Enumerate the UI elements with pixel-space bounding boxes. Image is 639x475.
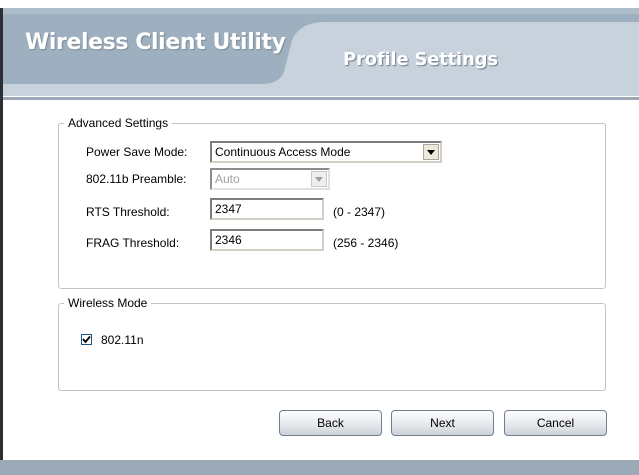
page-title: Profile Settings: [343, 49, 498, 70]
checkmark-icon: [82, 335, 91, 344]
power-save-mode-label: Power Save Mode:: [86, 145, 188, 159]
frag-threshold-range: (256 - 2346): [333, 236, 399, 250]
back-button[interactable]: Back: [279, 410, 382, 436]
wireless-mode-legend: Wireless Mode: [68, 296, 148, 310]
rts-threshold-label: RTS Threshold:: [86, 205, 170, 219]
footer-bar: [0, 460, 639, 475]
power-save-mode-value: Continuous Access Mode: [215, 145, 351, 159]
cancel-button[interactable]: Cancel: [504, 410, 607, 436]
wireless-mode-checkbox[interactable]: [81, 334, 92, 345]
preamble-value: Auto: [215, 172, 240, 186]
rts-threshold-input[interactable]: 2347: [210, 198, 324, 220]
wizard-window: Wireless Client Utility Profile Settings…: [0, 0, 639, 475]
advanced-settings-legend: Advanced Settings: [68, 116, 169, 130]
preamble-label: 802.11b Preamble:: [86, 172, 187, 186]
chevron-down-icon[interactable]: [423, 144, 439, 160]
app-title: Wireless Client Utility: [25, 30, 286, 55]
frag-threshold-input[interactable]: 2346: [210, 229, 324, 251]
chevron-down-icon: [311, 171, 327, 187]
rts-threshold-range: (0 - 2347): [333, 205, 386, 219]
power-save-mode-select[interactable]: Continuous Access Mode: [210, 141, 442, 163]
wireless-mode-option-label[interactable]: 802.11n: [101, 333, 144, 347]
next-button[interactable]: Next: [391, 410, 494, 436]
preamble-select[interactable]: Auto: [210, 168, 330, 190]
header-divider: [3, 97, 639, 100]
frag-threshold-label: FRAG Threshold:: [86, 236, 180, 250]
